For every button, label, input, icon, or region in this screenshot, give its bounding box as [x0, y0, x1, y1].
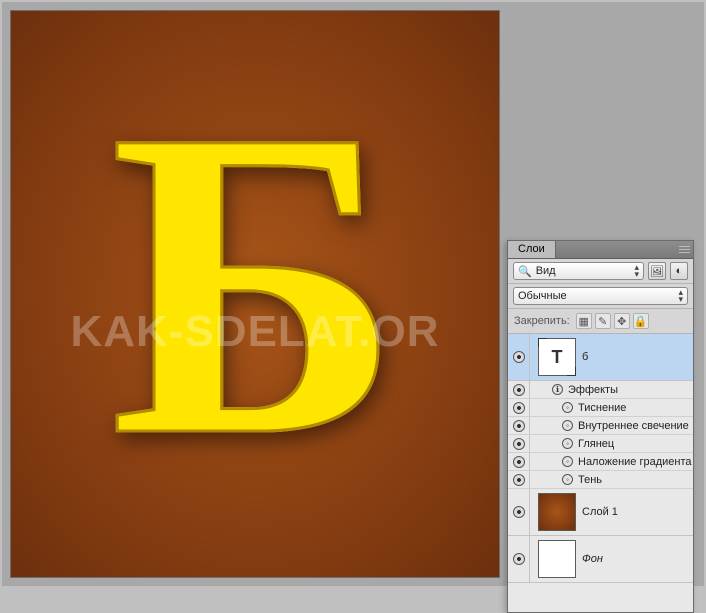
fx-bullet-icon: ◦	[562, 456, 573, 467]
layer-1[interactable]: Слой 1	[508, 489, 693, 536]
eye-icon	[513, 456, 525, 468]
chevron-updown-icon: ▴▾	[678, 289, 683, 303]
fx-item[interactable]: ◦ Глянец	[508, 435, 693, 453]
effects-label: Эффекты	[568, 382, 618, 398]
adjust-icon: ◐	[676, 265, 683, 277]
app-frame: Б KAK-SDELAT.OR Слои 🔍 Вид ▴▾ 🖼 ◐ Обычны…	[2, 2, 704, 586]
blend-mode-label: Обычные	[518, 290, 567, 302]
fx-item[interactable]: ◦ Внутреннее свечение	[508, 417, 693, 435]
panel-menu-icon[interactable]	[679, 241, 693, 258]
document-canvas[interactable]: Б KAK-SDELAT.OR	[10, 10, 500, 578]
fx-name: Внутреннее свечение	[578, 418, 689, 434]
eye-icon	[513, 553, 525, 565]
visibility-toggle[interactable]	[508, 417, 530, 434]
eye-icon	[513, 402, 525, 414]
visibility-toggle[interactable]	[508, 471, 530, 488]
visibility-toggle[interactable]	[508, 334, 530, 380]
layer-thumb-white[interactable]	[538, 540, 576, 578]
blend-row: Обычные ▴▾	[508, 284, 693, 309]
visibility-toggle[interactable]	[508, 453, 530, 470]
lock-pixels-icon[interactable]: ✎	[595, 313, 611, 329]
eye-icon	[513, 506, 525, 518]
lock-transparency-icon[interactable]: ▦	[576, 313, 592, 329]
layers-tab[interactable]: Слои	[508, 241, 556, 258]
eye-icon	[513, 351, 525, 363]
layer-text[interactable]: T б	[508, 334, 693, 381]
visibility-toggle[interactable]	[508, 435, 530, 452]
layer-background[interactable]: Фон	[508, 536, 693, 583]
fx-item[interactable]: ◦ Тиснение	[508, 399, 693, 417]
fx-bullet-icon: ◦	[562, 474, 573, 485]
visibility-toggle[interactable]	[508, 399, 530, 416]
image-icon: 🖼	[650, 265, 664, 278]
filter-image-button[interactable]: 🖼	[648, 262, 666, 280]
visibility-toggle[interactable]	[508, 489, 530, 535]
layers-panel: Слои 🔍 Вид ▴▾ 🖼 ◐ Обычные ▴▾ Закрепить:	[507, 240, 694, 613]
fx-bullet-icon: ◦	[562, 438, 573, 449]
eye-icon	[513, 420, 525, 432]
chevron-updown-icon: ▴▾	[634, 264, 639, 278]
fx-bullet-icon: ◦	[562, 402, 573, 413]
filter-row: 🔍 Вид ▴▾ 🖼 ◐	[508, 259, 693, 284]
gold-letter: Б	[110, 64, 401, 504]
effects-header[interactable]: ℹ Эффекты	[508, 381, 693, 399]
fx-item[interactable]: ◦ Наложение градиента	[508, 453, 693, 471]
eye-icon	[513, 384, 525, 396]
fx-name: Тиснение	[578, 400, 626, 416]
fx-icon: ℹ	[552, 384, 563, 395]
fx-bullet-icon: ◦	[562, 420, 573, 431]
lock-position-icon[interactable]: ✥	[614, 313, 630, 329]
layers-list: T б ℹ Эффекты ◦ Тиснение ◦ Внутренн	[508, 334, 693, 612]
filter-type-label: Вид	[536, 265, 556, 277]
layer-name[interactable]: б	[582, 351, 588, 363]
fx-item[interactable]: ◦ Тень	[508, 471, 693, 489]
layer-name[interactable]: Слой 1	[582, 506, 618, 518]
layer-name[interactable]: Фон	[582, 553, 603, 565]
lock-label: Закрепить:	[514, 315, 570, 327]
eye-icon	[513, 438, 525, 450]
blend-mode-select[interactable]: Обычные ▴▾	[513, 287, 688, 305]
filter-type-select[interactable]: 🔍 Вид ▴▾	[513, 262, 644, 280]
eye-icon	[513, 474, 525, 486]
layer-thumb-text[interactable]: T	[538, 338, 576, 376]
visibility-toggle[interactable]	[508, 381, 530, 398]
layer-thumb-bg[interactable]	[538, 493, 576, 531]
lock-all-icon[interactable]: 🔒	[633, 313, 649, 329]
fx-name: Глянец	[578, 436, 614, 452]
search-icon: 🔍	[518, 265, 532, 278]
filter-adjust-button[interactable]: ◐	[670, 262, 688, 280]
lock-row: Закрепить: ▦ ✎ ✥ 🔒	[508, 309, 693, 334]
fx-name: Тень	[578, 472, 602, 488]
canvas-background: Б	[11, 11, 499, 577]
fx-name: Наложение градиента	[578, 454, 692, 470]
visibility-toggle[interactable]	[508, 536, 530, 582]
panel-tab-bar[interactable]: Слои	[508, 241, 693, 259]
